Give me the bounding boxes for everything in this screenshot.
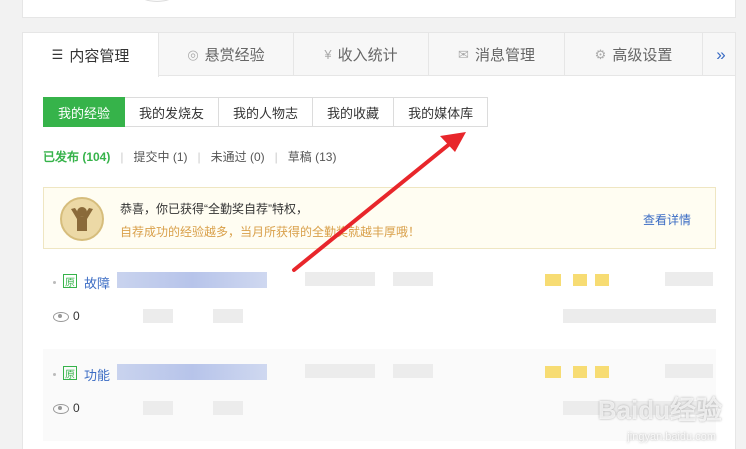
filter-rejected[interactable]: 未通过 (0): [211, 148, 265, 165]
redacted-block: [545, 274, 561, 286]
subtab-my-fans[interactable]: 我的发烧友: [125, 97, 220, 127]
bullet: [53, 373, 56, 376]
redacted-block: [143, 309, 173, 323]
bullet: [53, 281, 56, 284]
redacted-block: [545, 366, 561, 378]
list-item: 原 故障 0: [43, 257, 716, 349]
subtab-my-favorites[interactable]: 我的收藏: [313, 97, 395, 127]
tab-more-button[interactable]: »: [707, 33, 735, 76]
filter-drafts[interactable]: 草稿 (13): [288, 148, 337, 165]
subtab-bar: 我的经验 我的发烧友 我的人物志 我的收藏 我的媒体库: [43, 97, 489, 127]
tab-label: 内容管理: [69, 47, 130, 65]
tab-message-management[interactable]: ✉ 消息管理: [429, 33, 565, 76]
tab-reward-experience[interactable]: ◎ 悬赏经验: [159, 33, 294, 76]
redacted-block: [595, 274, 609, 286]
mail-icon: ✉: [458, 46, 469, 62]
tab-advanced-settings[interactable]: ⚙ 高级设置: [565, 33, 703, 76]
view-count: 0: [73, 401, 80, 415]
list-icon: ☰: [51, 47, 64, 62]
yen-icon: ¥: [324, 47, 332, 62]
divider: |: [197, 149, 201, 164]
watermark-url: jingyan.baidu.com: [627, 431, 716, 443]
redacted-block: [305, 364, 375, 378]
eye-icon: [53, 404, 69, 414]
redacted-block: [213, 309, 243, 323]
status-filters: 已发布 (104) | 提交中 (1) | 未通过 (0) | 草稿 (13): [43, 148, 336, 165]
notice-description: 自荐成功的经验越多，当月所获得的全勤奖就越丰厚哦！: [120, 225, 421, 239]
redacted-title: [117, 364, 267, 380]
watermark-logo: Baidu经验: [597, 395, 722, 425]
profile-card: [22, 0, 736, 18]
redacted-title: [117, 272, 267, 288]
redacted-block: [573, 274, 587, 286]
filter-submitting[interactable]: 提交中 (1): [133, 148, 187, 165]
original-badge: 原: [63, 366, 77, 381]
subtab-my-media-library[interactable]: 我的媒体库: [394, 97, 489, 127]
redacted-block: [305, 272, 375, 286]
tab-content-management[interactable]: ☰ 内容管理: [23, 33, 159, 77]
tab-label: 悬赏经验: [204, 47, 265, 64]
tab-label: 收入统计: [337, 47, 398, 64]
eye-icon: [53, 312, 69, 322]
award-badge-icon: [60, 197, 104, 241]
divider: |: [274, 149, 278, 164]
redacted-block: [563, 309, 716, 323]
double-chevron-right-icon: »: [716, 44, 726, 64]
gear-icon: ⚙: [594, 46, 607, 62]
redacted-block: [595, 366, 609, 378]
avatar[interactable]: [119, 0, 195, 2]
tab-label: 高级设置: [612, 47, 673, 64]
redacted-block: [143, 401, 173, 415]
subtab-my-experience[interactable]: 我的经验: [43, 97, 126, 127]
main-tabbar: ☰ 内容管理 ◎ 悬赏经验 ¥ 收入统计 ✉ 消息管理 ⚙ 高级设置 »: [23, 33, 735, 77]
subtab-my-profiles[interactable]: 我的人物志: [219, 97, 314, 127]
redacted-block: [573, 366, 587, 378]
privilege-notice: 恭喜，你已获得“全勤奖自荐”特权， 自荐成功的经验越多，当月所获得的全勤奖就越丰…: [43, 187, 716, 249]
redacted-block: [213, 401, 243, 415]
redacted-block: [665, 272, 713, 286]
redacted-block: [393, 364, 433, 378]
tab-label: 消息管理: [474, 47, 535, 64]
redacted-block: [393, 272, 433, 286]
view-details-link[interactable]: 查看详情: [643, 211, 691, 228]
redacted-block: [665, 364, 713, 378]
item-title[interactable]: 故障: [84, 273, 110, 292]
view-count: 0: [73, 309, 80, 323]
original-badge: 原: [63, 274, 77, 289]
filter-published[interactable]: 已发布 (104): [43, 148, 110, 165]
item-title[interactable]: 功能: [84, 365, 110, 384]
content-panel: ☰ 内容管理 ◎ 悬赏经验 ¥ 收入统计 ✉ 消息管理 ⚙ 高级设置 » 我的经…: [22, 32, 736, 449]
tab-income-stats[interactable]: ¥ 收入统计: [294, 33, 429, 76]
coin-icon: ◎: [187, 46, 199, 62]
divider: |: [120, 149, 124, 164]
notice-title: 恭喜，你已获得“全勤奖自荐”特权，: [120, 202, 308, 216]
